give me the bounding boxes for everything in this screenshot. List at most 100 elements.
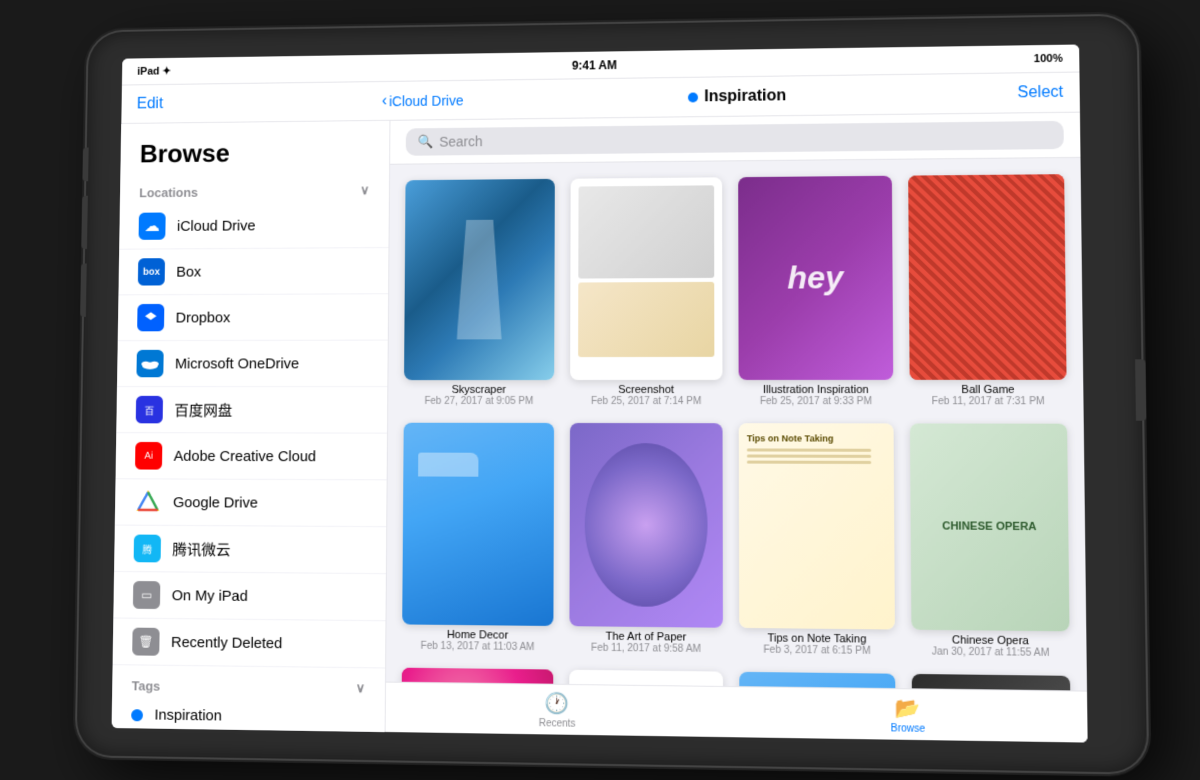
title-text: Inspiration (704, 87, 786, 106)
ball-game-thumbnail (908, 174, 1066, 379)
locations-section-header: Locations ∨ (120, 175, 389, 205)
tab-browse[interactable]: 📂 Browse (731, 693, 1087, 737)
file-modern-jewelry[interactable]: Modern Jewelry Jan 14, 2017 at 9:02 AM (912, 674, 1073, 690)
onedrive-label: Microsoft OneDrive (175, 355, 299, 372)
tags-section: Tags ∨ Inspiration Gardening Ideas For F… (112, 669, 385, 732)
tags-section-header: Tags ∨ (112, 669, 385, 701)
search-icon: 🔍 (417, 134, 433, 150)
illustration-thumbnail: hey (738, 176, 893, 380)
box-label: Box (176, 263, 201, 280)
tab-bar: 🕐 Recents 📂 Browse (386, 682, 1088, 743)
notes-thumbnail: Tips on Note Taking (739, 423, 895, 630)
ipad-screen: iPad ✦ 9:41 AM 100% Edit ‹ iCloud Drive … (112, 44, 1088, 742)
sidebar: Browse Locations ∨ ☁ iCloud Drive box Bo… (112, 121, 391, 732)
ball-game-date: Feb 11, 2017 at 7:31 PM (932, 396, 1045, 407)
art-of-paper-name: The Art of Paper (606, 631, 687, 644)
home-decor-name: Home Decor (447, 629, 509, 642)
illustration-name: Illustration Inspiration (763, 384, 869, 396)
icloud-label: iCloud Drive (177, 217, 256, 234)
skyscraper-date: Feb 27, 2017 at 9:05 PM (424, 396, 533, 407)
sidebar-item-gdrive[interactable]: Google Drive (115, 479, 387, 527)
file-ball-game[interactable]: Ball Game Feb 11, 2017 at 7:31 PM (908, 174, 1067, 407)
file-screenshot[interactable]: Screenshot Feb 25, 2017 at 7:14 PM (570, 177, 722, 406)
sidebar-item-trash[interactable]: 🗑 Recently Deleted (113, 618, 386, 668)
sidebar-item-onedrive[interactable]: Microsoft OneDrive (117, 341, 388, 387)
recents-icon: 🕐 (545, 690, 570, 716)
title-dot-icon (688, 92, 698, 102)
recents-label: Recents (539, 718, 576, 730)
tab-recents[interactable]: 🕐 Recents (386, 688, 732, 731)
file-illustration[interactable]: hey Illustration Inspiration Feb 25, 201… (738, 176, 893, 407)
right-panel: 🔍 Search Skyscraper Feb 27, 2017 at 9:05… (386, 113, 1088, 743)
select-button[interactable]: Select (1017, 83, 1063, 102)
file-chinese-opera[interactable]: CHINESE OPERA Chinese Opera Jan 30, 2017… (910, 423, 1070, 659)
edit-button[interactable]: Edit (137, 95, 164, 113)
page-title: Inspiration (688, 87, 786, 106)
gdrive-label: Google Drive (173, 494, 258, 511)
tag-inspiration[interactable]: Inspiration (112, 697, 385, 732)
status-time: 9:41 AM (572, 58, 617, 72)
adobe-label: Adobe Creative Cloud (174, 447, 317, 464)
box-icon: box (138, 258, 165, 285)
sidebar-item-icloud[interactable]: ☁ iCloud Drive (119, 202, 388, 250)
tencent-label: 腾讯微云 (172, 538, 230, 559)
gdrive-icon (134, 488, 161, 516)
chinese-opera-thumbnail: CHINESE OPERA (910, 423, 1070, 632)
chinese-opera-name: Chinese Opera (952, 635, 1029, 648)
browse-icon: 📂 (895, 695, 921, 721)
baidu-icon: 百 (136, 396, 163, 423)
baidu-label: 百度网盘 (174, 399, 232, 420)
notes-line3 (747, 460, 872, 463)
skyscraper-thumbnail (404, 179, 555, 380)
skyscraper-name: Skyscraper (452, 384, 506, 396)
main-content: Browse Locations ∨ ☁ iCloud Drive box Bo… (112, 113, 1088, 743)
volume-up-button (82, 147, 88, 181)
sidebar-item-tencent[interactable]: 腾 腾讯微云 (114, 526, 386, 575)
dropbox-icon (137, 304, 164, 331)
sidebar-title: Browse (120, 121, 389, 177)
sidebar-item-box[interactable]: box Box (119, 248, 389, 295)
modern-jewelry-thumbnail (912, 674, 1073, 690)
sidebar-item-baidu[interactable]: 百 百度网盘 (116, 387, 387, 434)
ipad-device: iPad ✦ 9:41 AM 100% Edit ‹ iCloud Drive … (77, 16, 1148, 773)
file-art-of-paper[interactable]: The Art of Paper Feb 11, 2017 at 9:58 AM (569, 423, 723, 656)
status-battery: 100% (1034, 52, 1063, 64)
file-home-decor[interactable]: Home Decor Feb 13, 2017 at 11:03 AM (402, 422, 554, 653)
back-button[interactable]: ‹ iCloud Drive (382, 91, 464, 110)
notes-line1 (747, 448, 872, 451)
screenshot-date: Feb 25, 2017 at 7:14 PM (591, 396, 701, 407)
dropbox-label: Dropbox (176, 309, 231, 326)
notes-line2 (747, 454, 872, 457)
search-bar[interactable]: 🔍 Search (406, 121, 1064, 156)
file-notes[interactable]: Tips on Note Taking Tips on Note Taking … (739, 423, 895, 658)
ipad-icon: ▭ (133, 581, 160, 609)
notes-title: Tips on Note Taking (747, 431, 886, 445)
search-input[interactable]: Search (439, 133, 483, 149)
sidebar-item-dropbox[interactable]: Dropbox (118, 294, 388, 341)
art-of-paper-thumbnail (569, 423, 722, 628)
art-of-paper-date: Feb 11, 2017 at 9:58 AM (591, 643, 701, 655)
home-button[interactable] (1135, 359, 1146, 420)
back-chevron-icon: ‹ (382, 92, 387, 110)
tags-label: Tags (132, 678, 161, 693)
files-grid: Skyscraper Feb 27, 2017 at 9:05 PM Scree… (386, 158, 1087, 691)
screenshot-name: Screenshot (618, 384, 674, 396)
adobe-icon: Ai (135, 442, 162, 470)
sidebar-item-ipad[interactable]: ▭ On My iPad (113, 572, 385, 621)
notes-name: Tips on Note Taking (767, 633, 866, 646)
tags-chevron-icon: ∨ (356, 680, 366, 696)
tencent-icon: 腾 (134, 535, 161, 563)
locations-chevron-icon: ∨ (360, 183, 369, 199)
ball-game-name: Ball Game (961, 384, 1014, 396)
trash-icon: 🗑 (132, 628, 159, 656)
onedrive-icon (136, 350, 163, 377)
notes-date: Feb 3, 2017 at 6:15 PM (763, 645, 870, 657)
recently-deleted-label: Recently Deleted (171, 633, 282, 651)
sidebar-item-adobe[interactable]: Ai Adobe Creative Cloud (116, 433, 387, 480)
locations-label: Locations (139, 185, 198, 200)
browse-label: Browse (891, 723, 926, 735)
illustration-date: Feb 25, 2017 at 9:33 PM (760, 396, 872, 407)
home-decor-thumbnail (402, 422, 554, 626)
icloud-icon: ☁ (139, 213, 166, 240)
file-skyscraper[interactable]: Skyscraper Feb 27, 2017 at 9:05 PM (404, 179, 555, 407)
